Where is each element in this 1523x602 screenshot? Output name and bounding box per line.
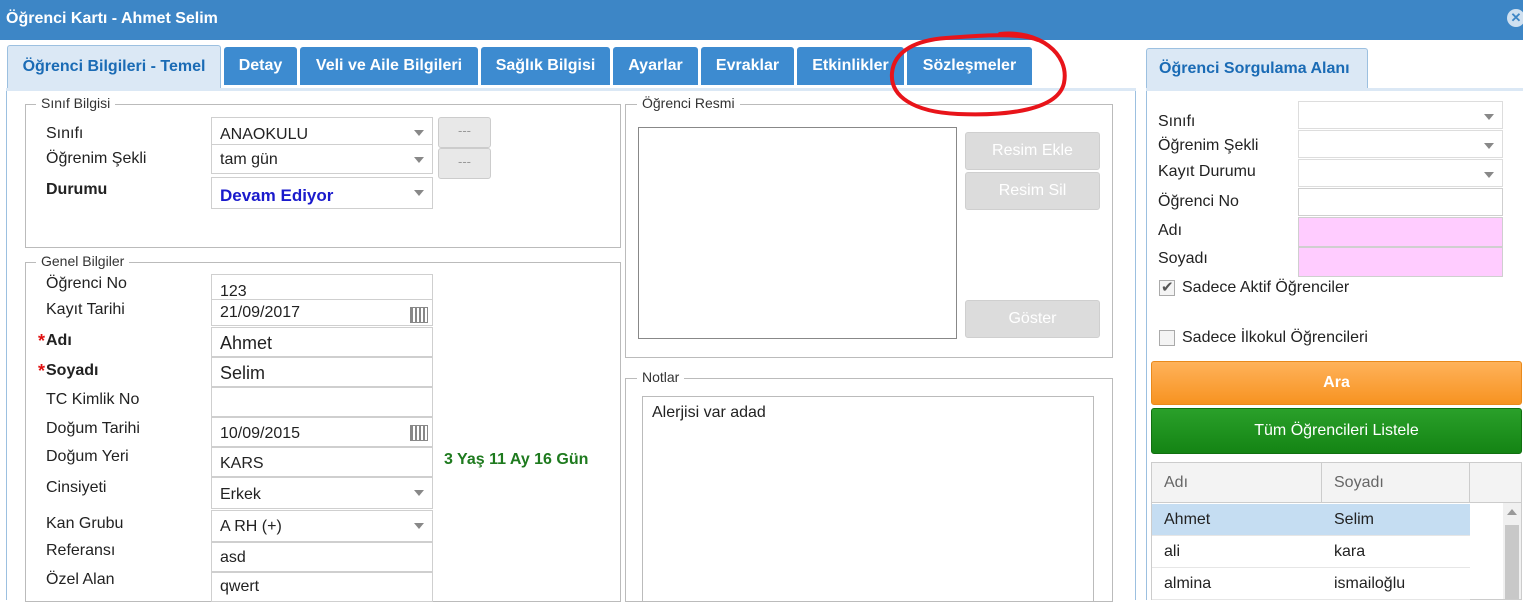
- adi-input[interactable]: Ahmet: [211, 327, 433, 357]
- scroll-thumb[interactable]: [1505, 525, 1519, 599]
- adi-label: Adı: [46, 332, 72, 349]
- cinsiyeti-select[interactable]: Erkek: [211, 477, 433, 509]
- calendar-icon[interactable]: [410, 307, 428, 323]
- tab-evraklar[interactable]: Evraklar: [701, 47, 794, 85]
- ozel-alan-input[interactable]: qwert: [211, 572, 433, 602]
- tab-sozlesmeler[interactable]: Sözleşmeler: [907, 47, 1032, 85]
- cell-soyadi: Selim: [1334, 511, 1375, 528]
- kayit-tarihi-input[interactable]: 21/09/2017: [211, 299, 433, 326]
- genel-bilgiler-legend: Genel Bilgiler: [36, 253, 130, 269]
- kayit-tarihi-value: 21/09/2017: [220, 304, 301, 321]
- sorgu-sinifi-label: Sınıfı: [1158, 113, 1196, 130]
- kan-grubu-select[interactable]: A RH (+): [211, 510, 433, 542]
- sadece-aktif-checkbox[interactable]: [1159, 278, 1175, 296]
- cinsiyeti-label: Cinsiyeti: [46, 479, 107, 496]
- dogum-tarihi-input[interactable]: 10/09/2015: [211, 417, 433, 447]
- ogrenim-sekli-label: Öğrenim Şekli: [46, 150, 147, 167]
- notlar-legend: Notlar: [637, 369, 685, 385]
- resim-sil-button[interactable]: Resim Sil: [965, 172, 1100, 210]
- sorgu-adi-input[interactable]: [1298, 217, 1503, 247]
- sorgu-ogrenim-select[interactable]: [1298, 130, 1503, 158]
- sinif-bilgisi-legend: Sınıf Bilgisi: [36, 95, 116, 111]
- sinif-extra-button-1[interactable]: ---: [438, 117, 491, 148]
- grid-header-adi[interactable]: Adı: [1152, 463, 1322, 503]
- photo-frame: [638, 127, 957, 339]
- cell-adi: almina: [1164, 575, 1212, 592]
- tab-ayarlar[interactable]: Ayarlar: [613, 47, 698, 85]
- sorgu-kayit-label: Kayıt Durumu: [1158, 163, 1256, 180]
- ogrenim-sekli-select[interactable]: tam gün: [211, 144, 433, 174]
- dogum-yeri-label: Doğum Yeri: [46, 448, 129, 465]
- tab-ogrenci-sorgulama[interactable]: Öğrenci Sorgulama Alanı: [1146, 48, 1368, 90]
- referansi-label: Referansı: [46, 542, 116, 559]
- sorgu-sinifi-select[interactable]: [1298, 101, 1503, 129]
- soyadi-input[interactable]: Selim: [211, 357, 433, 387]
- goster-button[interactable]: Göster: [965, 300, 1100, 338]
- sadece-aktif-label: Sadece Aktif Öğrenciler: [1182, 279, 1350, 296]
- ogrenci-grid: Adı Soyadı Ahmet Selim ali kara almina i…: [1151, 462, 1522, 600]
- tab-veli-aile[interactable]: Veli ve Aile Bilgileri: [300, 47, 478, 85]
- grid-header-spacer: [1470, 463, 1521, 503]
- required-mark: *: [38, 361, 46, 381]
- soyadi-label: Soyadı: [46, 362, 99, 379]
- sadece-ilkokul-label: Sadece İlkokul Öğrencileri: [1182, 329, 1368, 346]
- dogum-tarihi-value: 10/09/2015: [220, 425, 301, 442]
- sorgu-kayit-select[interactable]: [1298, 159, 1503, 187]
- cell-adi: Ahmet: [1164, 511, 1211, 528]
- calendar-icon[interactable]: [410, 425, 428, 441]
- tab-detay[interactable]: Detay: [224, 47, 297, 85]
- tc-kimlik-input[interactable]: [211, 387, 433, 417]
- cell-adi: ali: [1164, 543, 1181, 560]
- ozel-alan-label: Özel Alan: [46, 571, 115, 588]
- tab-saglik[interactable]: Sağlık Bilgisi: [481, 47, 610, 85]
- table-row[interactable]: ali kara: [1152, 536, 1470, 568]
- dogum-tarihi-label: Doğum Tarihi: [46, 420, 140, 437]
- grid-scrollbar[interactable]: [1503, 503, 1521, 599]
- tum-ogrencileri-listele-button[interactable]: Tüm Öğrencileri Listele: [1151, 408, 1522, 454]
- kayit-tarihi-label: Kayıt Tarihi: [46, 301, 125, 318]
- sorgu-adi-label: Adı: [1158, 222, 1183, 239]
- referansi-input[interactable]: asd: [211, 542, 433, 572]
- ogrenci-no-label: Öğrenci No: [46, 275, 127, 292]
- cell-soyadi: kara: [1334, 543, 1366, 560]
- sorgu-ogrenim-label: Öğrenim Şekli: [1158, 137, 1259, 154]
- notlar-textarea[interactable]: Alerjisi var adad: [642, 396, 1094, 602]
- ogrenci-resmi-legend: Öğrenci Resmi: [637, 95, 740, 111]
- ara-button[interactable]: Ara: [1151, 361, 1522, 405]
- dogum-yeri-input[interactable]: KARS: [211, 447, 433, 477]
- age-display: 3 Yaş 11 Ay 16 Gün: [444, 451, 589, 468]
- resim-ekle-button[interactable]: Resim Ekle: [965, 132, 1100, 170]
- cell-soyadi: ismailoğlu: [1334, 575, 1406, 592]
- scroll-up-icon[interactable]: [1507, 509, 1517, 515]
- table-row[interactable]: Ahmet Selim: [1152, 504, 1470, 536]
- sorgu-soyadi-label: Soyadı: [1158, 250, 1208, 267]
- sinif-extra-button-2[interactable]: ---: [438, 148, 491, 179]
- durumu-select[interactable]: Devam Ediyor: [211, 177, 433, 209]
- ogrenci-no-input[interactable]: 123: [211, 274, 433, 300]
- tab-etkinlikler[interactable]: Etkinlikler: [797, 47, 904, 85]
- table-row[interactable]: almina ismailoğlu: [1152, 568, 1470, 600]
- window-title: Öğrenci Kartı - Ahmet Selim: [6, 10, 218, 27]
- sinifi-select[interactable]: ANAOKULU: [211, 117, 433, 147]
- sadece-ilkokul-checkbox[interactable]: [1159, 330, 1175, 346]
- close-icon[interactable]: ✕: [1507, 9, 1523, 27]
- kan-grubu-label: Kan Grubu: [46, 515, 124, 532]
- sorgu-ogrno-input[interactable]: [1298, 188, 1503, 216]
- title-bar: Öğrenci Kartı - Ahmet Selim ✕: [0, 0, 1523, 40]
- sinifi-label: Sınıfı: [46, 125, 84, 142]
- durumu-label: Durumu: [46, 181, 108, 198]
- sorgu-soyadi-input[interactable]: [1298, 247, 1503, 277]
- tab-ogrenci-bilgileri-temel[interactable]: Öğrenci Bilgileri - Temel: [7, 45, 221, 91]
- sorgu-ogrno-label: Öğrenci No: [1158, 193, 1239, 210]
- tc-kimlik-label: TC Kimlik No: [46, 391, 140, 408]
- required-mark: *: [38, 331, 46, 351]
- grid-header-soyadi[interactable]: Soyadı: [1322, 463, 1470, 503]
